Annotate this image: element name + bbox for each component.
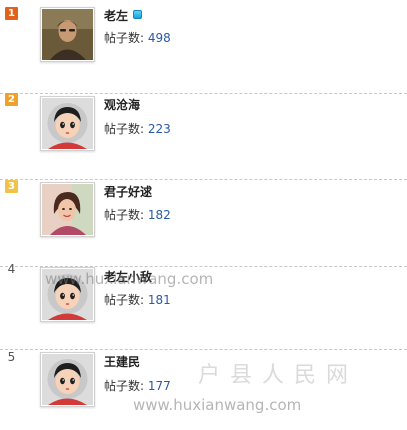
post-count-value: 223 — [147, 122, 171, 136]
ranking-row: 3 君子好逑 帖子数: 182 — [0, 180, 407, 267]
post-count-label: 帖子数: — [104, 208, 145, 222]
username-label: 老左 — [104, 9, 129, 23]
ranking-row: 2 观沧海 帖子数: 223 — [0, 93, 407, 180]
avatar[interactable] — [40, 7, 95, 62]
username-link[interactable]: 老左 — [104, 7, 143, 24]
default-cartoon-avatar-icon — [42, 98, 93, 149]
photo-woman-icon — [42, 184, 93, 235]
username-link[interactable]: 老左小敌 — [104, 268, 152, 285]
post-count: 帖子数: 182 — [104, 206, 171, 223]
username-label: 王建民 — [104, 355, 141, 369]
username-label: 观沧海 — [104, 98, 141, 112]
rank-number: 5 — [7, 350, 16, 364]
rank-number: 4 — [7, 262, 16, 276]
ranking-row: 5 王建民 帖子数: 177 — [0, 351, 407, 421]
post-count-label: 帖子数: — [104, 293, 145, 307]
post-count-label: 帖子数: — [104, 379, 145, 393]
username-link[interactable]: 观沧海 — [104, 96, 140, 113]
post-count-label: 帖子数: — [104, 31, 145, 45]
post-count-value: 181 — [147, 293, 171, 307]
post-count: 帖子数: 177 — [104, 377, 171, 394]
post-count-label: 帖子数: — [104, 122, 145, 136]
rank-badge: 2 — [5, 93, 18, 106]
avatar[interactable] — [40, 96, 95, 151]
default-cartoon-avatar-icon — [42, 269, 93, 320]
avatar[interactable] — [40, 352, 95, 407]
username-label: 老左小敌 — [104, 270, 153, 284]
rank-badge: 1 — [5, 7, 18, 20]
photo-man-icon — [42, 9, 93, 60]
rank-badge: 3 — [5, 180, 18, 193]
post-count-value: 177 — [147, 379, 171, 393]
post-count: 帖子数: 498 — [104, 29, 171, 46]
post-count-value: 498 — [147, 31, 171, 45]
avatar[interactable] — [40, 182, 95, 237]
username-link[interactable]: 王建民 — [104, 353, 140, 370]
post-count-value: 182 — [147, 208, 171, 222]
online-status-icon — [133, 10, 143, 19]
post-count: 帖子数: 223 — [104, 120, 171, 137]
username-label: 君子好逑 — [104, 185, 153, 199]
ranking-row: 1 老左 帖子数: 498 — [0, 7, 407, 94]
ranking-row: 4 老左小敌 帖子数: 181 — [0, 263, 407, 350]
default-cartoon-avatar-icon — [42, 354, 93, 405]
avatar[interactable] — [40, 267, 95, 322]
post-count: 帖子数: 181 — [104, 291, 171, 308]
username-link[interactable]: 君子好逑 — [104, 183, 152, 200]
